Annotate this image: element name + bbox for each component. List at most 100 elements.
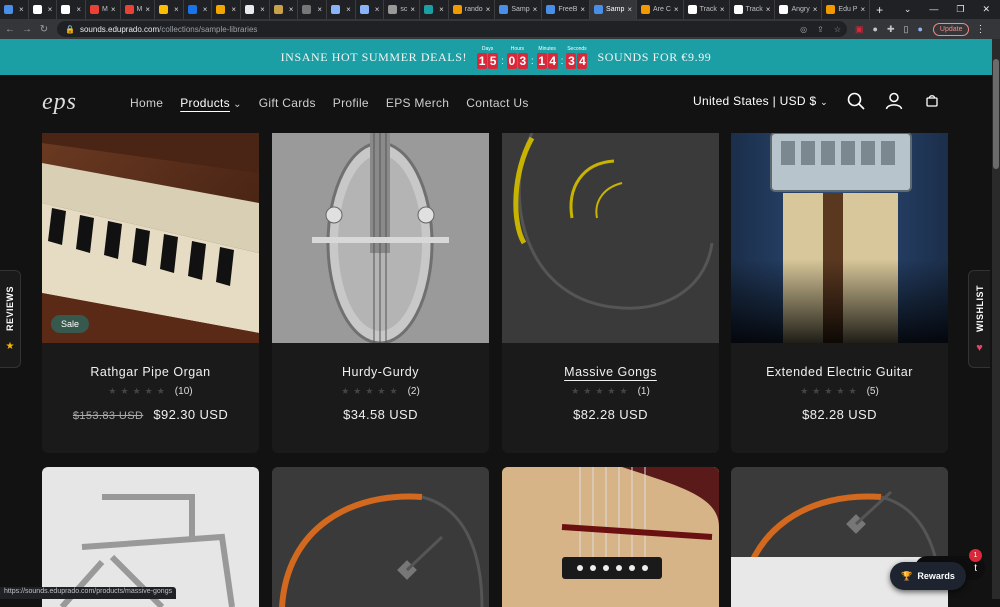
menu-kebab-icon[interactable]: ⋮ [975,24,985,35]
browser-tab[interactable]: × [155,0,184,19]
rewards-button[interactable]: 🏆 Rewards [890,562,966,590]
close-icon[interactable]: ✕ [982,4,990,15]
close-tab-icon[interactable]: × [111,5,116,14]
product-title[interactable]: Rathgar Pipe Organ [42,365,259,379]
product-image[interactable] [272,467,489,607]
nav-item-home[interactable]: Home [130,96,163,110]
product-image-hurdy-gurdy[interactable] [272,133,489,343]
product-title[interactable]: Hurdy-Gurdy [272,365,489,379]
browser-tab[interactable]: × [57,0,87,19]
close-tab-icon[interactable]: × [346,5,351,14]
product-image-massive-gongs[interactable] [502,133,719,343]
close-tab-icon[interactable]: × [720,5,725,14]
close-tab-icon[interactable]: × [260,5,265,14]
browser-tab[interactable]: × [298,0,328,19]
close-tab-icon[interactable]: × [317,5,322,14]
browser-tab[interactable]: Angry × [775,0,823,19]
wishlist-side-tab[interactable]: WISHLIST ♥ [968,270,990,368]
product-image[interactable] [42,467,259,607]
reload-icon[interactable]: ↻ [37,24,51,35]
eye-off-icon[interactable]: ◎ [800,25,807,34]
browser-tab[interactable]: × [270,0,299,19]
close-tab-icon[interactable]: × [19,5,24,14]
restore-icon[interactable]: ❐ [956,4,964,15]
account-icon[interactable] [884,91,904,111]
browser-tab[interactable]: Edu P × [822,0,871,19]
browser-tab[interactable]: Track × [684,0,730,19]
extensions-puzzle-icon[interactable]: ✚ [887,24,895,35]
rating-stars: ★ ★ ★ ★ ★ (5) [731,386,948,397]
product-card[interactable]: Extended Electric Guitar ★ ★ ★ ★ ★ (5) $82.2… [731,133,948,453]
close-tab-icon[interactable]: × [533,5,538,14]
browser-tab[interactable]: × [184,0,213,19]
close-tab-icon[interactable]: × [375,5,380,14]
share-icon[interactable]: ⇪ [817,25,824,34]
browser-tab[interactable]: M × [86,0,121,19]
close-tab-icon[interactable]: × [439,5,444,14]
browser-tab[interactable]: Samp × [590,0,638,19]
close-tab-icon[interactable]: × [231,5,236,14]
close-tab-icon[interactable]: × [48,5,53,14]
browser-tab[interactable]: Are C × [637,0,684,19]
close-tab-icon[interactable]: × [410,5,415,14]
close-tab-icon[interactable]: × [203,5,208,14]
cart-icon[interactable] [922,91,942,111]
browser-tab[interactable]: FreeB × [542,0,591,19]
locale-selector[interactable]: United States | USD $ ⌄ [693,94,828,108]
close-tab-icon[interactable]: × [674,5,679,14]
chevron-down-icon[interactable]: ⌄ [904,4,912,15]
close-tab-icon[interactable]: × [813,5,818,14]
profile-avatar-icon[interactable]: ● [917,24,922,34]
product-card[interactable]: Hurdy-Gurdy ★ ★ ★ ★ ★ (2) $34.58 USD [272,133,489,453]
close-tab-icon[interactable]: × [580,5,585,14]
close-tab-icon[interactable]: × [766,5,771,14]
nav-item-contact-us[interactable]: Contact Us [466,96,528,110]
extension-icon[interactable]: ● [873,24,878,34]
browser-tab[interactable]: Samp × [495,0,543,19]
new-tab-icon[interactable]: + [870,3,889,17]
product-image-pipe-organ[interactable]: Sale [42,133,259,343]
reviews-side-tab[interactable]: REVIEWS ★ [0,270,21,368]
scrollbar-thumb[interactable] [993,59,999,169]
back-icon[interactable]: ← [3,24,17,35]
update-button[interactable]: Update [932,22,970,36]
sidebar-icon[interactable]: ▯ [904,24,909,35]
close-tab-icon[interactable]: × [145,5,150,14]
browser-tab[interactable]: × [29,0,58,19]
browser-tab[interactable]: × [0,0,29,19]
nav-item-eps-merch[interactable]: EPS Merch [386,96,449,110]
close-tab-icon[interactable]: × [76,5,81,14]
extension-icon[interactable]: ▣ [855,24,864,35]
close-tab-icon[interactable]: × [860,5,865,14]
product-card[interactable]: Massive Gongs ★ ★ ★ ★ ★ (1) $82.28 USD [502,133,719,453]
bookmark-star-icon[interactable]: ☆ [834,25,841,34]
close-tab-icon[interactable]: × [627,5,632,14]
forward-icon[interactable]: → [20,24,34,35]
close-tab-icon[interactable]: × [174,5,179,14]
browser-tab[interactable]: × [420,0,449,19]
browser-tab[interactable]: sc × [384,0,421,19]
search-icon[interactable] [846,91,866,111]
product-title[interactable]: Massive Gongs [502,365,719,379]
browser-tab[interactable]: × [327,0,356,19]
product-image-electric-guitar[interactable] [731,133,948,343]
address-bar[interactable]: 🔒 sounds.eduprado.com/collections/sample… [57,21,847,37]
close-tab-icon[interactable]: × [486,5,491,14]
minimize-icon[interactable]: — [929,4,938,15]
close-tab-icon[interactable]: × [289,5,294,14]
browser-tab[interactable]: rando × [449,0,496,19]
site-logo[interactable]: eps [42,89,77,116]
browser-tab[interactable]: × [212,0,242,19]
product-card[interactable]: Sale Rathgar Pipe Organ ★ ★ ★ ★ ★ (10) $153.… [42,133,259,453]
nav-item-products[interactable]: Products ⌄ [180,96,242,110]
nav-item-profile[interactable]: Profile [333,96,369,110]
tab-title: M [102,6,108,13]
browser-tab[interactable]: M × [121,0,156,19]
page-scrollbar[interactable] [992,39,1000,599]
browser-tab[interactable]: × [356,0,385,19]
product-title[interactable]: Extended Electric Guitar [731,365,948,379]
browser-tab[interactable]: × [241,0,270,19]
nav-item-gift-cards[interactable]: Gift Cards [259,96,316,110]
product-image[interactable] [502,467,719,607]
browser-tab[interactable]: Track × [730,0,776,19]
